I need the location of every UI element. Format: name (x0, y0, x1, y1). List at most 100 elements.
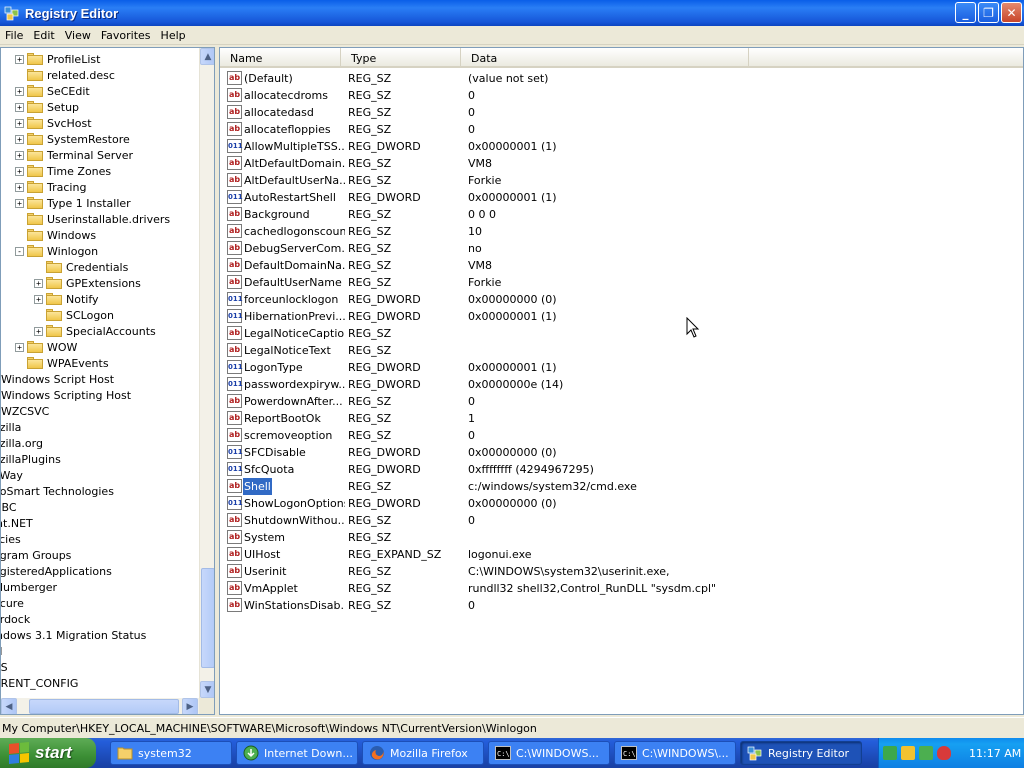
scroll-left-arrow-icon[interactable]: ◀ (1, 698, 17, 714)
tree-item[interactable]: licies (1, 531, 21, 547)
value-row[interactable]: 011 ShowLogonOptions REG_DWORD 0x00000000 (… (220, 495, 1020, 512)
tree-item[interactable]: + Type 1 Installer (15, 195, 131, 211)
maximize-button[interactable]: ❐ (978, 2, 999, 23)
value-row[interactable]: ab PowerdownAfter... REG_SZ 0 (220, 393, 1020, 410)
value-row[interactable]: ab AltDefaultDomain... REG_SZ VM8 (220, 155, 1020, 172)
collapse-icon[interactable]: - (15, 246, 24, 256)
tree-hscroll-thumb[interactable] (29, 699, 179, 714)
shield-icon[interactable] (937, 746, 951, 760)
expand-icon[interactable]: + (15, 182, 24, 192)
value-row[interactable]: ab ReportBootOk REG_SZ 1 (220, 410, 1020, 427)
tree-item[interactable]: RS (1, 659, 8, 675)
value-row[interactable]: 011 SfcQuota REG_DWORD 0xffffffff (42949672… (220, 461, 1020, 478)
tree-horizontal-scrollbar[interactable]: ◀ ▶ (1, 698, 199, 714)
tree-item[interactable]: + SeCEdit (15, 83, 90, 99)
tree-item[interactable]: + SpecialAccounts (34, 323, 156, 339)
tree-item[interactable]: + ProfileList (15, 51, 100, 67)
column-header-data[interactable]: Data (461, 48, 749, 68)
tree-item[interactable]: indows 3.1 Migration Status (1, 627, 146, 643)
taskbar-button[interactable]: Internet Down... (236, 741, 358, 765)
expand-icon[interactable]: + (15, 86, 24, 96)
value-row[interactable]: ab UIHost REG_EXPAND_SZ logonui.exe (220, 546, 1020, 563)
value-row[interactable]: ab DefaultDomainNa... REG_SZ VM8 (220, 257, 1020, 274)
scroll-down-arrow-icon[interactable]: ▼ (200, 681, 214, 698)
tree-item[interactable]: WPAEvents (15, 355, 109, 371)
tree-item[interactable]: yWay (1, 467, 23, 483)
expand-icon[interactable]: + (15, 134, 24, 144)
value-row[interactable]: ab allocatedasd REG_SZ 0 (220, 104, 1020, 121)
value-row[interactable]: 011 SFCDisable REG_DWORD 0x00000000 (0) (220, 444, 1020, 461)
tree-item[interactable]: hlumberger (1, 579, 57, 595)
tree-item[interactable]: + SvcHost (15, 115, 92, 131)
value-row[interactable]: ab (Default) REG_SZ (value not set) (220, 70, 1020, 87)
key-tree-pane[interactable]: + ProfileList related.desc + SeCEdit + Setup + S… (0, 47, 215, 715)
tree-item[interactable]: ecure (1, 595, 24, 611)
tree-item[interactable]: eoSmart Technologies (1, 483, 114, 499)
value-row[interactable]: 011 AllowMultipleTSS... REG_DWORD 0x0000000… (220, 138, 1020, 155)
expand-icon[interactable]: + (34, 278, 43, 288)
value-row[interactable]: ab LegalNoticeCaption REG_SZ (220, 325, 1020, 342)
tree-item[interactable]: Credentials (34, 259, 128, 275)
value-row[interactable]: 011 HibernationPrevi... REG_DWORD 0x0000000… (220, 308, 1020, 325)
tree-item[interactable]: - Winlogon (15, 243, 98, 259)
tree-item[interactable]: M (1, 643, 3, 659)
tree-item[interactable]: ogram Groups (1, 547, 71, 563)
taskbar-button[interactable]: C:\ C:\WINDOWS... (488, 741, 610, 765)
expand-icon[interactable]: + (34, 326, 43, 336)
expand-icon[interactable]: + (15, 102, 24, 112)
value-row[interactable]: ab cachedlogonscount REG_SZ 10 (220, 223, 1020, 240)
value-row[interactable]: ab DebugServerCom... REG_SZ no (220, 240, 1020, 257)
tree-item[interactable]: ozilla.org (1, 435, 43, 451)
tree-item[interactable]: WZCSVC (1, 403, 49, 419)
expand-icon[interactable]: + (15, 150, 24, 160)
menu-file[interactable]: File (0, 29, 28, 42)
taskbar-button[interactable]: Mozilla Firefox (362, 741, 484, 765)
tree-item[interactable]: Userinstallable.drivers (15, 211, 170, 227)
expand-icon[interactable]: + (15, 342, 24, 352)
value-row[interactable]: ab System REG_SZ (220, 529, 1020, 546)
tree-item[interactable]: egisteredApplications (1, 563, 112, 579)
menu-favorites[interactable]: Favorites (96, 29, 156, 42)
expand-icon[interactable]: + (15, 198, 24, 208)
menu-edit[interactable]: Edit (28, 29, 59, 42)
tree-item[interactable]: int.NET (1, 515, 33, 531)
value-row[interactable]: ab LegalNoticeText REG_SZ (220, 342, 1020, 359)
title-bar[interactable]: Registry Editor _ ❐ ✕ (0, 0, 1024, 26)
tree-item[interactable]: + GPExtensions (34, 275, 141, 291)
tree-item[interactable]: DBC (1, 499, 17, 515)
expand-icon[interactable]: + (34, 294, 43, 304)
value-row[interactable]: ab Userinit REG_SZ C:\WINDOWS\system32\user… (220, 563, 1020, 580)
tray-app-icon[interactable] (919, 746, 933, 760)
tree-item[interactable]: + Terminal Server (15, 147, 133, 163)
tree-item[interactable]: ozillaPlugins (1, 451, 61, 467)
value-row[interactable]: ab WinStationsDisab... REG_SZ 0 (220, 597, 1020, 614)
tree-item[interactable]: RRENT_CONFIG (1, 675, 78, 691)
scroll-up-arrow-icon[interactable]: ▲ (200, 48, 214, 65)
clock[interactable]: 11:17 AM (969, 747, 1021, 760)
expand-icon[interactable]: + (15, 166, 24, 176)
value-row[interactable]: ab AltDefaultUserNa... REG_SZ Forkie (220, 172, 1020, 189)
tree-item[interactable]: ardock (1, 611, 30, 627)
network-icon[interactable] (883, 746, 897, 760)
tree-item[interactable]: + WOW (15, 339, 77, 355)
scroll-right-arrow-icon[interactable]: ▶ (182, 698, 198, 714)
tree-item[interactable]: + Time Zones (15, 163, 111, 179)
expand-icon[interactable]: + (15, 118, 24, 128)
value-row[interactable]: ab allocatecdroms REG_SZ 0 (220, 87, 1020, 104)
value-row[interactable]: ab DefaultUserName REG_SZ Forkie (220, 274, 1020, 291)
tree-item[interactable]: Windows (15, 227, 96, 243)
value-row[interactable]: ab ShutdownWithou... REG_SZ 0 (220, 512, 1020, 529)
close-button[interactable]: ✕ (1001, 2, 1022, 23)
tree-vertical-scrollbar[interactable]: ▲ ▼ (199, 48, 214, 698)
expand-icon[interactable]: + (15, 54, 24, 64)
value-row[interactable]: 011 LogonType REG_DWORD 0x00000001 (1) (220, 359, 1020, 376)
menu-view[interactable]: View (60, 29, 96, 42)
tree-item[interactable]: + Tracing (15, 179, 86, 195)
start-button[interactable]: start (0, 738, 96, 768)
menu-help[interactable]: Help (156, 29, 191, 42)
value-row[interactable]: ab VmApplet REG_SZ rundll32 shell32,Control… (220, 580, 1020, 597)
security-icon[interactable] (901, 746, 915, 760)
column-header-type[interactable]: Type (341, 48, 461, 68)
tree-item[interactable]: + Notify (34, 291, 99, 307)
value-row[interactable]: ab Shell REG_SZ c:/windows/system32/cmd.exe (220, 478, 1020, 495)
